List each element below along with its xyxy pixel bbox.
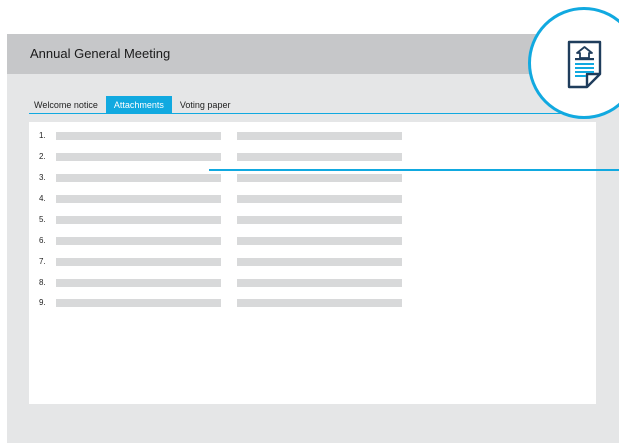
list-item[interactable]: 2. <box>29 151 596 163</box>
placeholder-bar <box>237 237 402 245</box>
placeholder-bar <box>56 216 221 224</box>
placeholder-bar <box>56 195 221 203</box>
tab-underline <box>29 113 595 114</box>
placeholder-bar <box>56 279 221 287</box>
placeholder-bar <box>56 132 221 140</box>
tab-bar: Welcome notice Attachments Voting paper <box>29 96 235 113</box>
row-number: 7. <box>39 257 46 266</box>
placeholder-bar <box>237 279 402 287</box>
placeholder-bar <box>56 299 221 307</box>
placeholder-bar <box>56 153 221 161</box>
row-number: 5. <box>39 215 46 224</box>
callout-line <box>209 169 619 171</box>
row-number: 9. <box>39 298 46 307</box>
placeholder-bar <box>237 153 402 161</box>
list-item[interactable]: 1. <box>29 130 596 142</box>
list-item[interactable]: 4. <box>29 193 596 205</box>
placeholder-bar <box>237 195 402 203</box>
attachments-panel: 1. 2. 3. 4. 5. 6. 7. 8. 9. <box>29 122 596 404</box>
placeholder-bar <box>237 216 402 224</box>
placeholder-bar <box>237 258 402 266</box>
row-number: 8. <box>39 278 46 287</box>
tab-attachments[interactable]: Attachments <box>105 96 172 113</box>
row-number: 1. <box>39 131 46 140</box>
row-number: 4. <box>39 194 46 203</box>
list-item[interactable]: 9. <box>29 297 596 309</box>
tab-welcome-notice[interactable]: Welcome notice <box>29 96 103 113</box>
list-item[interactable]: 3. <box>29 172 596 184</box>
list-item[interactable]: 5. <box>29 214 596 226</box>
row-number: 2. <box>39 152 46 161</box>
placeholder-bar <box>237 299 402 307</box>
list-item[interactable]: 6. <box>29 235 596 247</box>
placeholder-bar <box>237 132 402 140</box>
tab-voting-paper[interactable]: Voting paper <box>175 96 236 113</box>
app-window: Annual General Meeting Welcome notice At… <box>7 34 619 443</box>
list-item[interactable]: 7. <box>29 256 596 268</box>
placeholder-bar <box>56 174 221 182</box>
document-with-home-icon <box>567 40 602 89</box>
placeholder-bar <box>56 237 221 245</box>
list-item[interactable]: 8. <box>29 277 596 289</box>
placeholder-bar <box>237 174 402 182</box>
app-title: Annual General Meeting <box>30 46 171 61</box>
row-number: 3. <box>39 173 46 182</box>
placeholder-bar <box>56 258 221 266</box>
row-number: 6. <box>39 236 46 245</box>
title-bar: Annual General Meeting <box>7 34 619 74</box>
